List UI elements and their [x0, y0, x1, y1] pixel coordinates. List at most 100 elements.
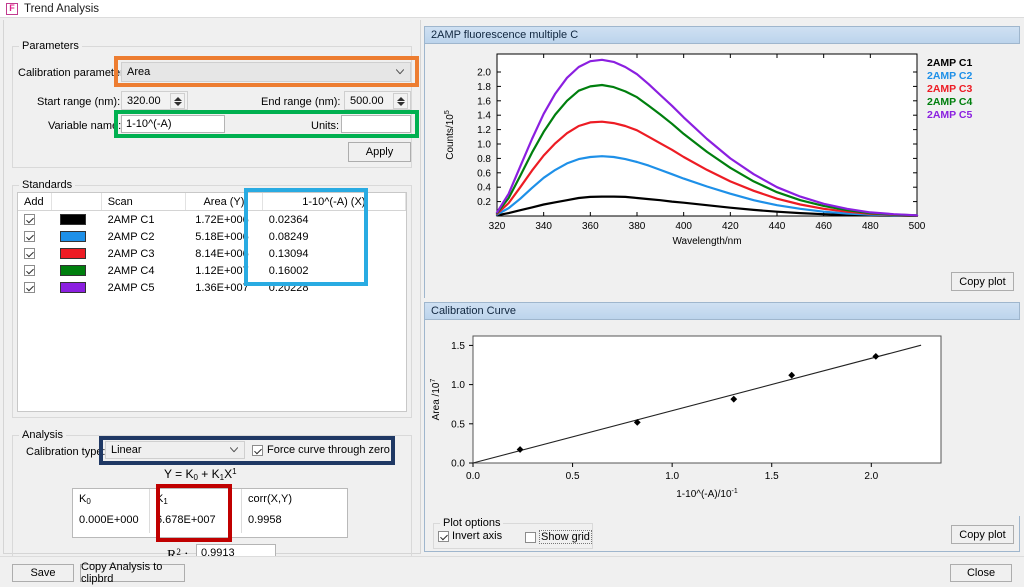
force-zero-checkbox[interactable] [252, 445, 263, 456]
force-zero-label: Force curve through zero [267, 444, 390, 456]
app-icon: F [6, 3, 18, 15]
standards-table[interactable]: Add Scan Area (Y) 1-10^(-A) (X) 2AMP C11… [17, 192, 407, 412]
save-button[interactable]: Save [12, 564, 74, 582]
svg-text:500: 500 [909, 221, 926, 232]
svg-text:1.5: 1.5 [451, 341, 465, 352]
standards-table-header: Add Scan Area (Y) 1-10^(-A) (X) [18, 193, 406, 211]
row-add-checkbox[interactable] [24, 265, 35, 276]
end-range-spinner[interactable] [393, 93, 408, 109]
calibration-copy-plot-label: Copy plot [959, 529, 1005, 541]
svg-text:1.0: 1.0 [477, 140, 491, 151]
window-title-bar: F Trend Analysis [0, 0, 1024, 18]
spectrum-panel-title: 2AMP fluorescence multiple C [425, 27, 1019, 44]
force-zero-checkbox-row[interactable]: Force curve through zero [252, 444, 390, 456]
right-panel: 2AMP fluorescence multiple C 32034036038… [424, 20, 1022, 554]
calibration-panel: Calibration Curve 0.00.51.01.52.00.00.51… [424, 302, 1020, 552]
start-range-spinner[interactable] [170, 93, 185, 109]
svg-text:2.0: 2.0 [477, 68, 491, 79]
row-add-cell[interactable] [18, 245, 52, 262]
invert-axis-label: Invert axis [452, 530, 502, 542]
close-label: Close [967, 567, 995, 579]
row-x-cell: 0.08249 [263, 228, 406, 245]
calibration-parameter-select[interactable]: Area [121, 62, 411, 82]
spectrum-copy-plot-label: Copy plot [959, 276, 1005, 288]
units-input[interactable] [341, 115, 411, 133]
spectrum-panel: 2AMP fluorescence multiple C 32034036038… [424, 26, 1020, 298]
row-add-checkbox[interactable] [24, 248, 35, 259]
table-row[interactable]: 2AMP C25.18E+0060.08249 [18, 228, 406, 245]
svg-text:320: 320 [489, 221, 506, 232]
svg-text:2AMP C1: 2AMP C1 [927, 57, 972, 69]
series-color-swatch [60, 265, 86, 276]
row-add-cell[interactable] [18, 228, 52, 245]
row-add-checkbox[interactable] [24, 214, 35, 225]
apply-button[interactable]: Apply [348, 142, 411, 162]
svg-text:2.0: 2.0 [864, 471, 878, 482]
show-grid-checkbox-row[interactable]: Show grid [525, 530, 592, 544]
svg-text:380: 380 [629, 221, 646, 232]
row-area-cell: 8.14E+006 [186, 245, 263, 262]
client-area: Parameters Calibration parameter: Area S… [0, 18, 1024, 556]
coef-header-k0: K0 [73, 489, 149, 511]
analysis-group-label: Analysis [19, 429, 66, 441]
start-range-label: Start range (nm): [37, 96, 120, 108]
svg-text:Area /107: Area /107 [430, 379, 442, 421]
column-header-area: Area (Y) [186, 193, 263, 210]
spectrum-panel-body: 3203403603804004204404604805000.20.40.60… [425, 44, 1019, 297]
table-row[interactable]: 2AMP C38.14E+0060.13094 [18, 245, 406, 262]
calibration-panel-title: Calibration Curve [425, 303, 1019, 320]
calibration-chart: 0.00.51.01.52.00.00.51.01.51-10^(-A)/10-… [425, 320, 1021, 516]
row-add-cell[interactable] [18, 211, 52, 228]
svg-text:2AMP C5: 2AMP C5 [927, 109, 972, 121]
variable-name-input[interactable]: 1-10^(-A) [121, 115, 225, 133]
close-button[interactable]: Close [950, 564, 1012, 582]
row-scan-cell: 2AMP C2 [102, 228, 186, 245]
show-grid-label: Show grid [539, 530, 592, 544]
left-panel: Parameters Calibration parameter: Area S… [3, 20, 421, 554]
calibration-type-select[interactable]: Linear [105, 441, 245, 459]
svg-text:0.5: 0.5 [451, 419, 465, 430]
invert-axis-checkbox[interactable] [438, 531, 449, 542]
svg-text:1.5: 1.5 [765, 471, 779, 482]
end-range-value: 500.00 [350, 95, 384, 107]
row-area-cell: 1.72E+006 [186, 211, 263, 228]
calibration-panel-body: 0.00.51.01.52.00.00.51.01.51-10^(-A)/10-… [425, 320, 1019, 551]
row-add-cell[interactable] [18, 262, 52, 279]
row-x-cell: 0.20228 [263, 279, 406, 296]
svg-text:440: 440 [769, 221, 786, 232]
calibration-parameter-value: Area [127, 66, 150, 78]
svg-text:0.8: 0.8 [477, 154, 491, 165]
row-scan-cell: 2AMP C5 [102, 279, 186, 296]
column-header-scan: Scan [102, 193, 187, 210]
svg-text:400: 400 [675, 221, 692, 232]
row-area-cell: 1.36E+007 [186, 279, 263, 296]
row-add-checkbox[interactable] [24, 231, 35, 242]
copy-analysis-button[interactable]: Copy Analysis to clipbrd [80, 564, 185, 582]
coef-value-k0: 0.000E+000 [73, 511, 149, 533]
show-grid-checkbox[interactable] [525, 532, 536, 543]
series-color-swatch [60, 231, 86, 242]
invert-axis-checkbox-row[interactable]: Invert axis [438, 530, 502, 542]
svg-text:1.8: 1.8 [477, 82, 491, 93]
spectrum-copy-plot-button[interactable]: Copy plot [951, 272, 1014, 291]
row-x-cell: 0.13094 [263, 245, 406, 262]
svg-text:1.4: 1.4 [477, 111, 491, 122]
row-x-cell: 0.02364 [263, 211, 406, 228]
svg-text:360: 360 [582, 221, 599, 232]
row-add-checkbox[interactable] [24, 282, 35, 293]
row-add-cell[interactable] [18, 279, 52, 296]
standards-group-label: Standards [19, 179, 75, 191]
svg-text:460: 460 [815, 221, 832, 232]
table-row[interactable]: 2AMP C51.36E+0070.20228 [18, 279, 406, 296]
units-label: Units: [311, 120, 339, 132]
end-range-input[interactable]: 500.00 [344, 91, 411, 110]
svg-text:0.0: 0.0 [466, 471, 480, 482]
table-row[interactable]: 2AMP C11.72E+0060.02364 [18, 211, 406, 228]
svg-text:0.0: 0.0 [451, 459, 465, 470]
svg-text:Counts/105: Counts/105 [444, 110, 456, 160]
svg-text:1.0: 1.0 [665, 471, 679, 482]
table-row[interactable]: 2AMP C41.12E+0070.16002 [18, 262, 406, 279]
start-range-input[interactable]: 320.00 [121, 91, 188, 110]
svg-text:420: 420 [722, 221, 739, 232]
calibration-copy-plot-button[interactable]: Copy plot [951, 525, 1014, 544]
